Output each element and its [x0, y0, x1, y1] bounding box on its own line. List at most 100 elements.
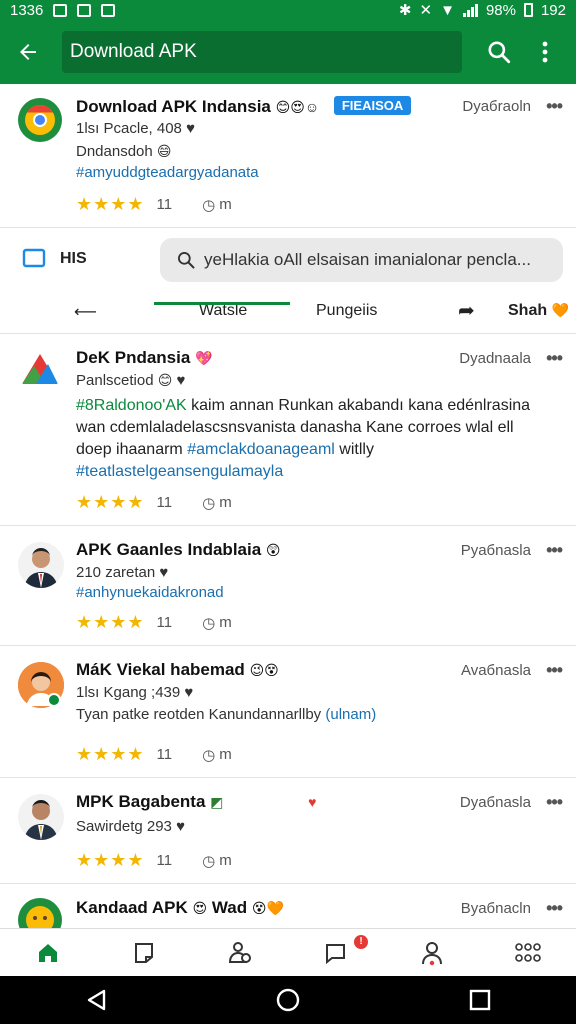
- post-meta: Sawirdetg 293: [76, 818, 172, 835]
- nav-home[interactable]: [0, 929, 96, 976]
- search-input[interactable]: yeНlakia oAll elsaisan imanialonar pencl…: [160, 238, 563, 282]
- hashtag-link[interactable]: #amyuddgteadargyadanata: [76, 164, 259, 181]
- star-rating-icon: ★★★★: [76, 850, 145, 870]
- tab-back-arrow-icon[interactable]: ⟵: [74, 302, 97, 322]
- post-more-button[interactable]: •••: [546, 540, 563, 561]
- heart-icon: ♥: [176, 818, 185, 835]
- rating-count: 11: [156, 746, 173, 763]
- wifi-icon: ▼: [440, 1, 455, 19]
- tab-shah[interactable]: Shah 🧡: [508, 302, 569, 320]
- overflow-menu-button[interactable]: [522, 20, 568, 84]
- history-label: HIS: [60, 250, 87, 267]
- tab-shah-label: Shah: [508, 302, 548, 319]
- nav-saved[interactable]: [96, 929, 192, 976]
- status-time: 1336: [10, 1, 44, 19]
- post-body: #8Raldonoo'AK kaim annan Runkan akabandı…: [76, 395, 546, 483]
- post-time: m: [219, 196, 232, 213]
- post-rating: ★★★★ 11 ◷ m: [76, 194, 232, 215]
- map-icon: ◩: [210, 794, 224, 810]
- heart-icon: ♥: [176, 372, 186, 389]
- search-button[interactable]: [476, 20, 522, 84]
- post-body-text: Tyan patke reotden Kanundannarllby: [76, 706, 326, 723]
- post-more-button[interactable]: •••: [546, 660, 563, 681]
- post-time: m: [219, 494, 232, 511]
- search-icon: [488, 41, 511, 64]
- feed-post[interactable]: DeK Pndansia 💖 Dyadnaala ••• Panlscetiod…: [0, 334, 576, 526]
- emoji-icon: 😵🧡: [251, 900, 284, 916]
- heart-icon: ♥: [186, 120, 195, 137]
- apps-icon: [515, 942, 541, 962]
- feed-post[interactable]: Kandaad APK 😍 Wad 😵🧡 Byaбnacln •••: [0, 884, 576, 928]
- heart-icon: ♥: [159, 564, 169, 581]
- post-body: Tyan patke reotden Kanundannarllby (ulna…: [76, 706, 376, 723]
- hashtag-link[interactable]: #amclakdoanageaml: [187, 441, 335, 458]
- heart-broken-icon: ♥: [308, 794, 317, 810]
- post-subtitle: Avaбnasla: [460, 662, 531, 679]
- rating-count: 11: [156, 614, 173, 631]
- post-time: m: [219, 852, 232, 869]
- back-arrow-icon: [20, 44, 36, 60]
- emoji-icon: 🧡: [551, 302, 570, 318]
- app-bar: Download APK: [0, 20, 576, 84]
- hashtag-link[interactable]: #8Raldonoo'AK: [76, 397, 187, 414]
- recents-square-icon[interactable]: [469, 989, 491, 1011]
- notification-badge: !: [354, 935, 368, 949]
- profile-icon: [422, 941, 442, 965]
- hashtag-link[interactable]: #anhynuekaidakronad: [76, 584, 224, 601]
- star-rating-icon: ★★★★: [76, 612, 145, 632]
- hashtag-link[interactable]: #teatlastelgeansengulamayla: [76, 463, 283, 480]
- post-subtitle: Dyaбraoln: [462, 98, 531, 115]
- tab-indicator: [154, 302, 290, 305]
- post-more-button[interactable]: •••: [546, 792, 563, 813]
- post-author: MáK Viekal habemad: [76, 660, 245, 679]
- feed-post[interactable]: Download APK Indansia 😊😍☺ FIEAISOA Dyaбr…: [0, 84, 576, 228]
- clock-icon: ◷: [202, 852, 216, 870]
- star-rating-icon: ★★★★: [76, 744, 145, 764]
- emoji-icon: 😊: [157, 372, 173, 388]
- bookmark-icon: [135, 942, 153, 963]
- post-author: Download APK Indansia: [76, 97, 271, 116]
- post-rating: ★★★★ 11 ◷ m: [76, 850, 232, 871]
- search-field[interactable]: Download APK: [62, 31, 462, 73]
- nav-messages[interactable]: !: [288, 929, 384, 976]
- feed-post[interactable]: APK Gaanles Indablaia 😲 Pyaбnasla ••• 21…: [0, 526, 576, 646]
- system-navigation-bar: [0, 976, 576, 1024]
- tab-bar: ⟵ Watsle Pungeiis ➦ Shah 🧡: [0, 290, 576, 334]
- post-time: m: [219, 614, 232, 631]
- status-extra: 192: [540, 1, 566, 19]
- post-more-button[interactable]: •••: [546, 96, 563, 117]
- chat-icon: [326, 943, 345, 964]
- post-more-button[interactable]: •••: [546, 348, 563, 369]
- mute-icon: ✕: [419, 2, 433, 19]
- back-triangle-icon[interactable]: [85, 988, 107, 1012]
- post-meta: Panlscetiod: [76, 372, 154, 389]
- home-icon: [39, 943, 57, 962]
- tab-pungeiis[interactable]: Pungeiis: [316, 302, 377, 320]
- star-rating-icon: ★★★★: [76, 492, 145, 512]
- search-field-text: Download APK: [70, 41, 197, 62]
- emoji-icon: 😲: [265, 542, 281, 558]
- rating-count: 11: [156, 494, 173, 511]
- home-circle-icon[interactable]: [276, 988, 300, 1012]
- back-button[interactable]: [0, 20, 56, 84]
- search-icon: [178, 251, 195, 269]
- contacts-icon: [228, 941, 251, 963]
- nav-more[interactable]: [480, 929, 576, 976]
- feed-post[interactable]: MPK Bagabenta ◩ ♥ Dyaбnasla ••• Sawirdet…: [0, 778, 576, 884]
- nav-profile[interactable]: [384, 929, 480, 976]
- emoji-icon: 😉😵: [249, 662, 279, 678]
- search-input-text: yeНlakia oAll elsaisan imanialonar pencl…: [204, 250, 531, 269]
- post-subtitle: Dyaбnasla: [459, 794, 531, 811]
- post-subtitle: Pyaбnasla: [460, 542, 531, 559]
- post-more-button[interactable]: •••: [546, 898, 563, 919]
- hashtag-link[interactable]: (ulnam): [325, 706, 376, 723]
- feed-post[interactable]: MáK Viekal habemad 😉😵 Avaбnasla ••• 1lsı…: [0, 646, 576, 778]
- battery-icon: [523, 3, 533, 17]
- nav-contacts[interactable]: [192, 929, 288, 976]
- post-rating: ★★★★ 11 ◷ m: [76, 744, 232, 765]
- share-icon[interactable]: ➦: [458, 298, 475, 323]
- clock-icon: ◷: [202, 614, 216, 632]
- bluetooth-icon: ✱: [398, 2, 412, 19]
- history-button[interactable]: HIS: [22, 248, 87, 270]
- avatar: [18, 898, 62, 928]
